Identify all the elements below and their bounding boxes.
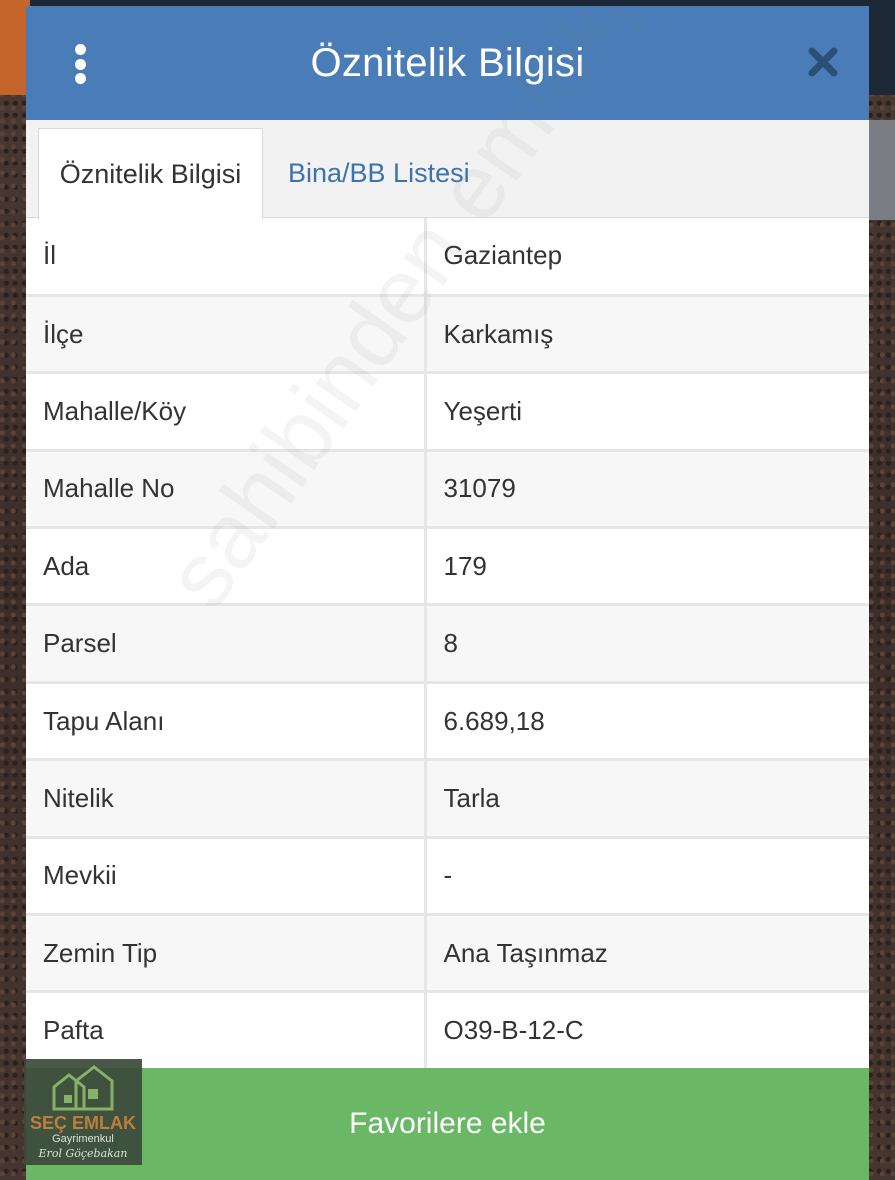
attribute-key: İl [26, 218, 427, 297]
attribute-table: İl Gaziantep İlçe Karkamış Mahalle/Köy Yeşert… [26, 218, 869, 1071]
attribute-key: Ada [26, 526, 427, 607]
attribute-key: İlçe [26, 293, 427, 375]
attribute-value: Ana Taşınmaz [423, 913, 869, 994]
attribute-key: Mahalle No [26, 448, 427, 530]
dialog-title: Öznitelik Bilgisi [310, 40, 585, 85]
tab-building-list[interactable]: Bina/BB Listesi [288, 128, 470, 218]
attribute-row: Mahalle No 31079 [26, 448, 869, 530]
tab-attribute-info[interactable]: Öznitelik Bilgisi [38, 128, 263, 219]
logo-signature: Erol Göçebakan [38, 1147, 128, 1160]
add-to-favorites-button[interactable]: Favorilere ekle [26, 1068, 869, 1180]
attribute-row: Tapu Alanı 6.689,18 [26, 680, 869, 762]
attribute-value: 179 [423, 526, 869, 607]
company-logo: SEÇ EMLAK Gayrimenkul Erol Göçebakan [24, 1059, 142, 1165]
attribute-value: O39-B-12-C [423, 990, 869, 1071]
attribute-value: - [423, 835, 869, 917]
attribute-key: Mevkii [26, 835, 427, 917]
attribute-value: Tarla [423, 758, 869, 839]
attribute-dialog: Öznitelik Bilgisi Öznitelik Bilgisi Bina… [26, 6, 869, 1180]
map-right-strip [869, 120, 895, 220]
attribute-row: Mevkii - [26, 835, 869, 917]
attribute-row: Mahalle/Köy Yeşerti [26, 371, 869, 452]
attribute-row: İlçe Karkamış [26, 293, 869, 375]
attribute-value: 31079 [423, 448, 869, 530]
attribute-row: İl Gaziantep [26, 218, 869, 297]
attribute-key: Tapu Alanı [26, 680, 427, 762]
attribute-key: Zemin Tip [26, 913, 427, 994]
attribute-row: Zemin Tip Ana Taşınmaz [26, 913, 869, 994]
attribute-value: 6.689,18 [423, 680, 869, 762]
attribute-key: Nitelik [26, 758, 427, 839]
tab-bar: Öznitelik Bilgisi Bina/BB Listesi [26, 120, 869, 219]
attribute-value: Yeşerti [423, 371, 869, 452]
logo-subtitle: Gayrimenkul [52, 1133, 114, 1145]
attribute-row: Pafta O39-B-12-C [26, 990, 869, 1071]
house-logo-icon [52, 1065, 114, 1111]
dialog-header: Öznitelik Bilgisi [26, 6, 869, 120]
attribute-key: Parsel [26, 603, 427, 684]
attribute-value: Karkamış [423, 293, 869, 375]
attribute-row: Parsel 8 [26, 603, 869, 684]
logo-name: SEÇ EMLAK [29, 1113, 136, 1133]
attribute-value: 8 [423, 603, 869, 684]
attribute-row: Ada 179 [26, 526, 869, 607]
attribute-row: Nitelik Tarla [26, 758, 869, 839]
attribute-key: Mahalle/Köy [26, 371, 427, 452]
attribute-key: Pafta [26, 990, 427, 1071]
attribute-value: Gaziantep [423, 218, 869, 297]
close-icon[interactable] [807, 46, 839, 78]
kebab-menu-icon[interactable] [72, 44, 88, 84]
